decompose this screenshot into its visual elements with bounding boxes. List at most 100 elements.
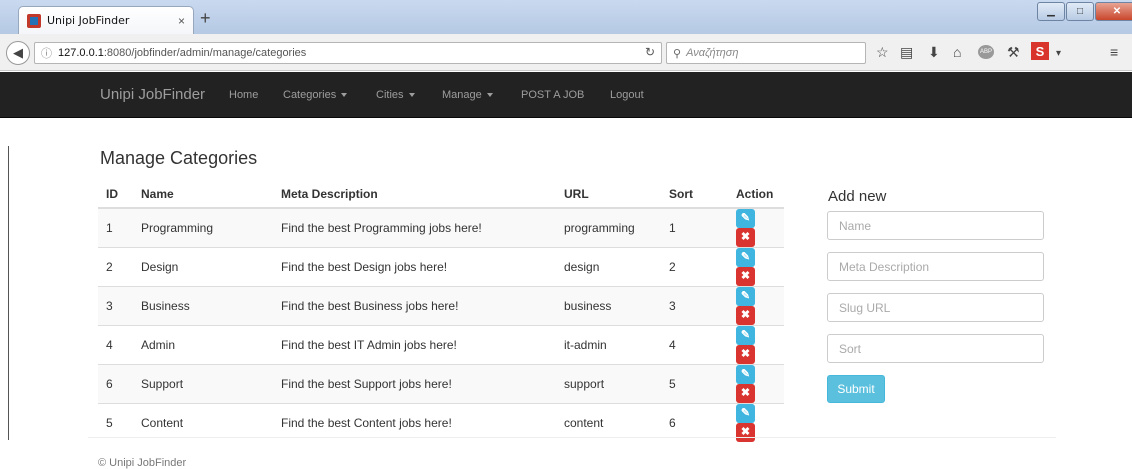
edit-pencil-icon[interactable]: ✎ [736, 365, 755, 384]
footer-divider [88, 437, 1056, 438]
column-header-action: Action [728, 180, 784, 209]
search-icon: ⚲ [673, 47, 682, 60]
url-host: 127.0.0.1 [58, 47, 104, 59]
delete-x-icon[interactable]: ✖ [736, 267, 755, 286]
cell-meta-description: Find the best Design jobs here! [273, 247, 556, 287]
site-navbar: Unipi JobFinder Home Categories Cities M… [0, 72, 1132, 118]
home-icon[interactable]: ⌂ [953, 44, 961, 60]
cell-name: Support [133, 364, 273, 404]
meta-description-field[interactable] [827, 252, 1044, 281]
cell-name: Design [133, 247, 273, 287]
delete-x-icon[interactable]: ✖ [736, 384, 755, 403]
slug-url-field[interactable] [827, 293, 1044, 322]
cell-meta-description: Find the best Business jobs here! [273, 286, 556, 326]
categories-table: ID Name Meta Description URL Sort Action… [98, 180, 784, 442]
cell-url: design [556, 247, 661, 287]
browser-toolbar: ◀ ⓘ 127.0.0.1:8080/jobfinder/admin/manag… [0, 34, 1132, 71]
tab-close-icon[interactable]: × [178, 14, 185, 28]
cell-sort: 4 [661, 325, 728, 365]
download-icon[interactable]: ⬇ [928, 44, 940, 60]
nav-categories-label: Categories [283, 89, 337, 101]
cell-id: 3 [98, 286, 133, 326]
cell-action: ✎✖ [728, 364, 784, 404]
table-row: 2 Design Find the best Design jobs here!… [98, 247, 784, 287]
bookmark-star-icon[interactable]: ☆ [876, 44, 889, 60]
caret-down-icon [486, 93, 493, 98]
new-tab-icon[interactable]: + [200, 9, 211, 27]
edit-pencil-icon[interactable]: ✎ [736, 287, 755, 306]
cell-action: ✎✖ [728, 286, 784, 326]
caret-down-icon [408, 93, 415, 98]
delete-x-icon[interactable]: ✖ [736, 423, 755, 442]
left-divider [8, 146, 9, 440]
cell-url: support [556, 364, 661, 404]
cell-action: ✎✖ [728, 325, 784, 365]
cell-meta-description: Find the best IT Admin jobs here! [273, 325, 556, 365]
column-header-id: ID [98, 180, 133, 209]
name-field[interactable] [827, 211, 1044, 240]
cell-id: 2 [98, 247, 133, 287]
browser-tab[interactable]: Unipi JobFinder × [18, 6, 194, 34]
cell-url: business [556, 286, 661, 326]
browser-tab-bar: Unipi JobFinder × + ▁ □ ✕ [0, 0, 1132, 34]
nav-manage-dropdown[interactable]: Manage [442, 89, 493, 101]
brand-logo[interactable]: Unipi JobFinder [100, 86, 205, 103]
delete-x-icon[interactable]: ✖ [736, 345, 755, 364]
delete-x-icon[interactable]: ✖ [736, 228, 755, 247]
cell-sort: 1 [661, 207, 728, 248]
adblock-icon[interactable]: ABP [978, 45, 994, 59]
menu-icon[interactable]: ≡ [1110, 44, 1118, 60]
reading-list-icon[interactable]: ▤ [900, 44, 913, 60]
add-new-heading: Add new [828, 188, 887, 205]
close-window-icon[interactable]: ✕ [1095, 2, 1132, 21]
cell-name: Admin [133, 325, 273, 365]
nav-home[interactable]: Home [229, 89, 258, 101]
site-favicon-icon [27, 13, 41, 28]
page-title: Manage Categories [100, 148, 258, 168]
cell-id: 6 [98, 364, 133, 404]
submit-button[interactable]: Submit [827, 375, 885, 403]
back-icon[interactable]: ◀ [6, 41, 30, 65]
nav-logout[interactable]: Logout [610, 89, 644, 101]
edit-pencil-icon[interactable]: ✎ [736, 209, 755, 228]
cell-sort: 5 [661, 364, 728, 404]
s-extension-icon[interactable]: S [1031, 42, 1049, 60]
edit-pencil-icon[interactable]: ✎ [736, 404, 755, 423]
nav-cities-label: Cities [376, 89, 404, 101]
table-row: 3 Business Find the best Business jobs h… [98, 286, 784, 326]
nav-cities-dropdown[interactable]: Cities [376, 89, 415, 101]
search-bar[interactable]: ⚲ Αναζήτηση [666, 42, 866, 64]
nav-categories-dropdown[interactable]: Categories [283, 89, 348, 101]
sort-field[interactable] [827, 334, 1044, 363]
url-bar[interactable]: ⓘ 127.0.0.1:8080/jobfinder/admin/manage/… [34, 42, 662, 64]
table-row: 1 Programming Find the best Programming … [98, 207, 784, 248]
column-header-name: Name [133, 180, 273, 209]
reload-icon[interactable]: ↻ [645, 45, 655, 59]
cell-id: 4 [98, 325, 133, 365]
nav-manage-label: Manage [442, 89, 482, 101]
cell-action: ✎✖ [728, 207, 784, 248]
edit-pencil-icon[interactable]: ✎ [736, 326, 755, 345]
maximize-window-icon[interactable]: □ [1066, 2, 1094, 21]
table-row: 6 Support Find the best Support jobs her… [98, 364, 784, 404]
url-path: :8080/jobfinder/admin/manage/categories [103, 47, 307, 59]
column-header-sort: Sort [661, 180, 728, 209]
column-header-meta-description: Meta Description [273, 180, 556, 209]
info-icon[interactable]: ⓘ [41, 45, 52, 61]
tab-title: Unipi JobFinder [47, 14, 130, 27]
cell-meta-description: Find the best Support jobs here! [273, 364, 556, 404]
cell-id: 1 [98, 207, 133, 248]
search-placeholder: Αναζήτηση [686, 47, 739, 59]
delete-x-icon[interactable]: ✖ [736, 306, 755, 325]
cell-name: Business [133, 286, 273, 326]
edit-pencil-icon[interactable]: ✎ [736, 248, 755, 267]
minimize-window-icon[interactable]: ▁ [1037, 2, 1065, 21]
extension-dropdown-icon[interactable]: ▾ [1056, 46, 1061, 62]
tools-icon[interactable]: ⚒ [1007, 44, 1020, 60]
column-header-url: URL [556, 180, 661, 209]
caret-down-icon [341, 93, 348, 98]
url-text: 127.0.0.1:8080/jobfinder/admin/manage/ca… [58, 47, 306, 59]
cell-name: Programming [133, 207, 273, 248]
nav-post-a-job[interactable]: POST A JOB [521, 89, 584, 101]
cell-url: programming [556, 207, 661, 248]
